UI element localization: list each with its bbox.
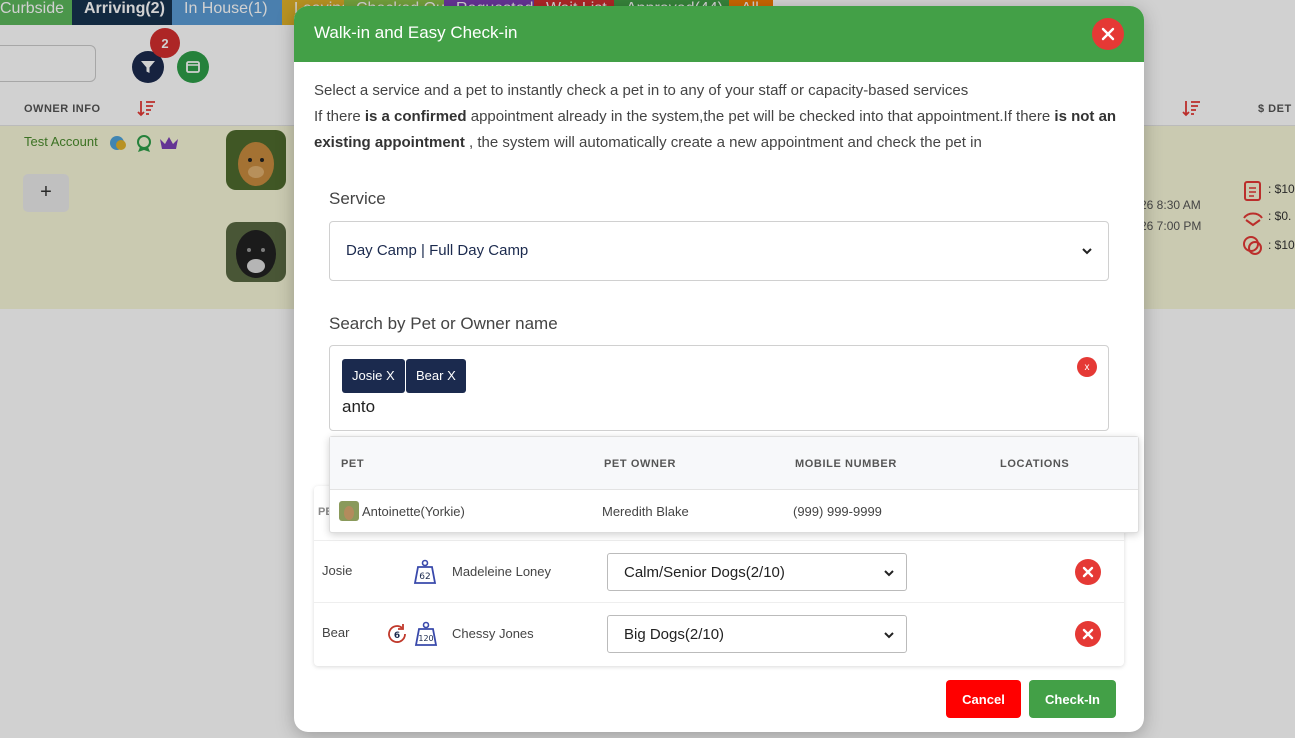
search-results-dropdown: PET PET OWNER MOBILE NUMBER LOCATIONS An… <box>329 436 1139 533</box>
close-icon <box>1082 566 1094 578</box>
cancel-button[interactable]: Cancel <box>946 680 1021 718</box>
search-label: Search by Pet or Owner name <box>329 314 558 333</box>
column-header-locations: LOCATIONS <box>1000 458 1070 470</box>
results-header: PET PET OWNER MOBILE NUMBER LOCATIONS <box>330 437 1138 490</box>
visit-count-icon: 6 <box>388 624 406 643</box>
chevron-down-icon <box>884 570 894 577</box>
result-mobile: (999) 999-9999 <box>793 504 882 519</box>
result-pet-name: Antoinette(Yorkie) <box>362 504 465 519</box>
playgroup-selected-value: Calm/Senior Dogs(2/10) <box>624 564 785 581</box>
pet-name: Bear <box>322 625 350 640</box>
chevron-down-icon <box>1082 248 1092 255</box>
service-select[interactable]: Day Camp | Full Day Camp <box>329 221 1109 281</box>
pet-avatar <box>339 501 359 521</box>
selected-pet-chip[interactable]: Josie X <box>342 359 405 393</box>
instructions-line-1: Select a service and a pet to instantly … <box>314 82 969 99</box>
remove-pet-button[interactable] <box>1075 621 1101 647</box>
playgroup-selected-value: Big Dogs(2/10) <box>624 626 725 643</box>
chevron-down-icon <box>884 632 894 639</box>
owner-name: Chessy Jones <box>452 626 534 641</box>
clear-search-button[interactable]: x <box>1077 357 1097 377</box>
visit-count-value: 6 <box>394 631 400 641</box>
pet-name: Josie <box>322 563 353 578</box>
remove-pet-button[interactable] <box>1075 559 1101 585</box>
modal-header: Walk-in and Easy Check-in <box>294 6 1144 62</box>
weight-value: 62 <box>419 572 430 582</box>
check-in-button[interactable]: Check-In <box>1029 680 1116 718</box>
close-icon <box>1082 628 1094 640</box>
search-query-text: anto <box>342 397 376 416</box>
service-label: Service <box>329 189 386 208</box>
instructions-line-2: If there is a confirmed appointment alre… <box>314 108 1117 151</box>
weight-icon: 62 <box>413 559 437 584</box>
column-header-pet: PET <box>341 458 365 470</box>
playgroup-select[interactable]: Calm/Senior Dogs(2/10) <box>607 553 907 591</box>
weight-value: 120 <box>418 634 433 643</box>
selected-pet-chip[interactable]: Bear X <box>406 359 466 393</box>
pet-owner-search-input[interactable]: Josie X Bear X anto x <box>329 345 1109 431</box>
modal-close-button[interactable] <box>1092 18 1124 50</box>
modal-instructions: Select a service and a pet to instantly … <box>314 78 1124 156</box>
service-selected-value: Day Camp | Full Day Camp <box>346 242 529 259</box>
result-owner-name: Meredith Blake <box>602 504 689 519</box>
table-row: Bear 6 120 Chessy Jones Big Dogs(2/10) <box>314 602 1124 664</box>
walk-in-checkin-modal: Walk-in and Easy Check-in Select a servi… <box>294 6 1144 732</box>
close-icon <box>1101 27 1115 41</box>
table-row: Josie 62 Madeleine Loney Calm/Senior Dog… <box>314 540 1124 602</box>
owner-name: Madeleine Loney <box>452 564 552 579</box>
playgroup-select[interactable]: Big Dogs(2/10) <box>607 615 907 653</box>
weight-icon: 120 <box>414 621 438 646</box>
modal-title: Walk-in and Easy Check-in <box>314 23 518 42</box>
column-header-mobile: MOBILE NUMBER <box>795 458 897 470</box>
column-header-pet-owner: PET OWNER <box>604 458 677 470</box>
